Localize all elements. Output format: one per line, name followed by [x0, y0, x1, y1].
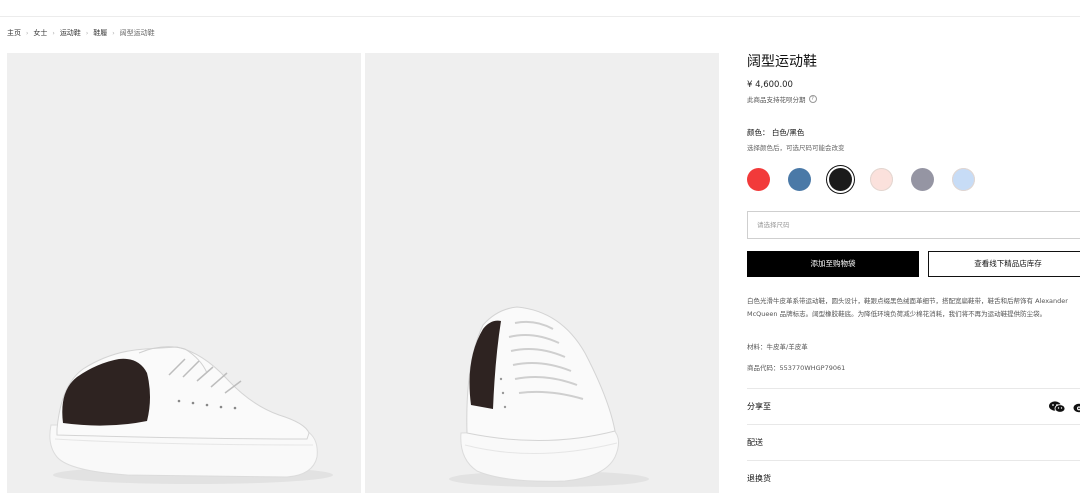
color-label: 颜色： 白色/黑色: [747, 128, 805, 137]
breadcrumb: 主页 › 女士 › 运动鞋 › 鞋履 › 阔型运动鞋: [7, 28, 155, 38]
add-to-bag-button[interactable]: 添加至购物袋: [747, 251, 919, 277]
installment-text: 此商品支持花呗分期: [747, 96, 806, 104]
product-code: 商品代码：553770WHGP79061: [747, 364, 846, 372]
breadcrumb-separator: ›: [26, 29, 29, 37]
swatch-steel-blue[interactable]: [788, 168, 811, 191]
share-label: 分享至: [747, 402, 771, 411]
color-swatches: [747, 168, 975, 191]
breadcrumb-separator: ›: [85, 29, 89, 37]
wechat-icon[interactable]: [1049, 401, 1065, 413]
breadcrumb-sneakers[interactable]: 运动鞋: [60, 28, 81, 38]
product-gallery: [7, 53, 719, 493]
sneaker-side-view-image: [49, 346, 333, 484]
shipping-label: 配送: [747, 438, 763, 447]
size-select[interactable]: 请选择尺码: [747, 211, 1080, 239]
sneaker-angle-view-image: [449, 306, 649, 487]
swatch-light-blue[interactable]: [952, 168, 975, 191]
check-store-stock-button[interactable]: 查看线下精品店库存: [928, 251, 1080, 277]
swatch-blush-pink[interactable]: [870, 168, 893, 191]
returns-label: 退换货: [747, 474, 771, 483]
header-divider: [0, 16, 1080, 17]
share-row[interactable]: 分享至: [747, 388, 1080, 424]
help-icon[interactable]: ?: [808, 95, 817, 103]
swatch-red[interactable]: [747, 168, 770, 191]
share-icons: [1049, 401, 1080, 413]
swatch-black-selected[interactable]: [829, 168, 852, 191]
breadcrumb-separator: ›: [52, 29, 55, 37]
color-change-note: 选择颜色后，可选尺码可能会改变: [747, 144, 845, 152]
breadcrumb-current: 阔型运动鞋: [119, 29, 155, 37]
shipping-row[interactable]: 配送: [747, 424, 1080, 460]
installment-note: 此商品支持花呗分期 ?: [747, 94, 817, 104]
breadcrumb-separator: ›: [112, 29, 115, 37]
product-material: 材料：牛皮革/羊皮革: [747, 343, 808, 351]
swatch-grey-lilac[interactable]: [911, 168, 934, 191]
product-title: 阔型运动鞋: [747, 54, 817, 70]
product-photo-angle[interactable]: [365, 53, 719, 493]
breadcrumb-shoes[interactable]: 鞋履: [93, 28, 107, 38]
breadcrumb-women[interactable]: 女士: [33, 28, 47, 38]
weibo-icon[interactable]: [1073, 401, 1080, 413]
breadcrumb-home[interactable]: 主页: [7, 28, 21, 38]
product-photo-side[interactable]: [7, 53, 361, 493]
product-description: 白色光滑牛皮革系带运动鞋，圆头设计，鞋跟点缀黑色绒面革细节，搭配宽扁鞋带，鞋舌和…: [747, 297, 1068, 318]
product-price: ¥ 4,600.00: [747, 80, 793, 90]
returns-row[interactable]: 退换货: [747, 460, 1080, 493]
product-info-panel: 阔型运动鞋 ¥ 4,600.00 此商品支持花呗分期 ? 颜色： 白色/黑色 选…: [747, 53, 1080, 483]
